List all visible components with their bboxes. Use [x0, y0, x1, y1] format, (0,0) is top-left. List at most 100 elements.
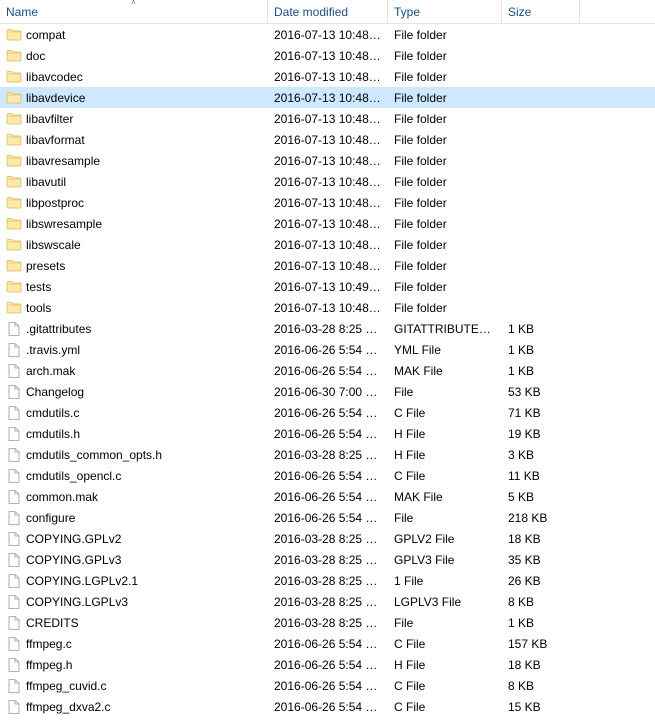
file-row[interactable]: .travis.yml2016-06-26 5:54 PMYML File1 K… [0, 339, 655, 360]
cell-date: 2016-03-28 8:25 PM [268, 595, 388, 609]
cell-date: 2016-03-28 8:25 PM [268, 322, 388, 336]
cell-type: File [388, 511, 502, 525]
folder-icon [6, 279, 22, 295]
file-row[interactable]: ffmpeg.c2016-06-26 5:54 PMC File157 KB [0, 633, 655, 654]
file-name-label: cmdutils_common_opts.h [26, 448, 162, 462]
cell-date: 2016-06-26 5:54 PM [268, 637, 388, 651]
cell-name: tools [0, 300, 268, 316]
file-row[interactable]: .gitattributes2016-03-28 8:25 PMGITATTRI… [0, 318, 655, 339]
cell-name: cmdutils_common_opts.h [0, 447, 268, 463]
file-name-label: presets [26, 259, 65, 273]
cell-type: LGPLV3 File [388, 595, 502, 609]
cell-name: CREDITS [0, 615, 268, 631]
file-row[interactable]: libavformat2016-07-13 10:48 ...File fold… [0, 129, 655, 150]
file-row[interactable]: cmdutils.c2016-06-26 5:54 PMC File71 KB [0, 402, 655, 423]
file-name-label: libavutil [26, 175, 66, 189]
file-row[interactable]: configure2016-06-26 5:54 PMFile218 KB [0, 507, 655, 528]
file-icon [6, 657, 22, 673]
file-row[interactable]: libavfilter2016-07-13 10:48 ...File fold… [0, 108, 655, 129]
file-row[interactable]: libpostproc2016-07-13 10:48 ...File fold… [0, 192, 655, 213]
file-row[interactable]: cmdutils_opencl.c2016-06-26 5:54 PMC Fil… [0, 465, 655, 486]
column-header-date[interactable]: Date modified [268, 0, 388, 23]
cell-type: H File [388, 658, 502, 672]
file-name-label: libavfilter [26, 112, 73, 126]
file-row[interactable]: libavdevice2016-07-13 10:48 ...File fold… [0, 87, 655, 108]
file-row[interactable]: doc2016-07-13 10:48 ...File folder [0, 45, 655, 66]
file-row[interactable]: tools2016-07-13 10:48 ...File folder [0, 297, 655, 318]
file-row[interactable]: common.mak2016-06-26 5:54 PMMAK File5 KB [0, 486, 655, 507]
folder-icon [6, 48, 22, 64]
file-row[interactable]: cmdutils_common_opts.h2016-03-28 8:25 PM… [0, 444, 655, 465]
cell-date: 2016-07-13 10:48 ... [268, 28, 388, 42]
file-row[interactable]: CREDITS2016-03-28 8:25 PMFile1 KB [0, 612, 655, 633]
file-row[interactable]: compat2016-07-13 10:48 ...File folder [0, 24, 655, 45]
file-row[interactable]: Changelog2016-06-30 7:00 PMFile53 KB [0, 381, 655, 402]
cell-type: File folder [388, 91, 502, 105]
file-icon [6, 447, 22, 463]
file-icon [6, 426, 22, 442]
file-icon [6, 615, 22, 631]
file-name-label: libavcodec [26, 70, 83, 84]
file-row[interactable]: ffmpeg_cuvid.c2016-06-26 5:54 PMC File8 … [0, 675, 655, 696]
cell-date: 2016-07-13 10:48 ... [268, 196, 388, 210]
file-row[interactable]: tests2016-07-13 10:49 ...File folder [0, 276, 655, 297]
cell-type: GPLV3 File [388, 553, 502, 567]
cell-type: C File [388, 406, 502, 420]
cell-type: 1 File [388, 574, 502, 588]
folder-icon [6, 132, 22, 148]
file-row[interactable]: COPYING.GPLv32016-03-28 8:25 PMGPLV3 Fil… [0, 549, 655, 570]
cell-size: 3 KB [502, 448, 580, 462]
file-row[interactable]: cmdutils.h2016-06-26 5:54 PMH File19 KB [0, 423, 655, 444]
file-row[interactable]: libswresample2016-07-13 10:48 ...File fo… [0, 213, 655, 234]
file-row[interactable]: libavutil2016-07-13 10:48 ...File folder [0, 171, 655, 192]
file-name-label: ffmpeg_cuvid.c [26, 679, 107, 693]
cell-name: libavcodec [0, 69, 268, 85]
cell-date: 2016-06-26 5:54 PM [268, 700, 388, 714]
column-header-size-label: Size [508, 5, 531, 19]
cell-type: C File [388, 469, 502, 483]
cell-name: ffmpeg_dxva2.c [0, 699, 268, 715]
file-name-label: ffmpeg.h [26, 658, 72, 672]
cell-date: 2016-03-28 8:25 PM [268, 616, 388, 630]
cell-size: 11 KB [502, 469, 580, 483]
file-name-label: tools [26, 301, 51, 315]
cell-name: .gitattributes [0, 321, 268, 337]
file-row[interactable]: libswscale2016-07-13 10:48 ...File folde… [0, 234, 655, 255]
column-header-type[interactable]: Type [388, 0, 502, 23]
folder-icon [6, 216, 22, 232]
file-row[interactable]: presets2016-07-13 10:48 ...File folder [0, 255, 655, 276]
cell-date: 2016-06-26 5:54 PM [268, 427, 388, 441]
cell-type: File folder [388, 154, 502, 168]
file-name-label: libpostproc [26, 196, 84, 210]
cell-date: 2016-06-30 7:00 PM [268, 385, 388, 399]
folder-icon [6, 195, 22, 211]
cell-size: 1 KB [502, 343, 580, 357]
column-header-row: Name ˄ Date modified Type Size [0, 0, 655, 24]
file-row[interactable]: ffmpeg.h2016-06-26 5:54 PMH File18 KB [0, 654, 655, 675]
file-name-label: libswresample [26, 217, 102, 231]
cell-type: File folder [388, 301, 502, 315]
column-header-name-label: Name [6, 5, 38, 19]
cell-size: 35 KB [502, 553, 580, 567]
file-row[interactable]: COPYING.LGPLv2.12016-03-28 8:25 PM1 File… [0, 570, 655, 591]
cell-size: 1 KB [502, 616, 580, 630]
file-row[interactable]: COPYING.LGPLv32016-03-28 8:25 PMLGPLV3 F… [0, 591, 655, 612]
cell-name: ffmpeg.c [0, 636, 268, 652]
file-row[interactable]: libavcodec2016-07-13 10:48 ...File folde… [0, 66, 655, 87]
cell-date: 2016-06-26 5:54 PM [268, 469, 388, 483]
file-icon [6, 636, 22, 652]
cell-size: 26 KB [502, 574, 580, 588]
cell-size: 157 KB [502, 637, 580, 651]
file-row[interactable]: arch.mak2016-06-26 5:54 PMMAK File1 KB [0, 360, 655, 381]
cell-date: 2016-07-13 10:48 ... [268, 175, 388, 189]
file-row[interactable]: COPYING.GPLv22016-03-28 8:25 PMGPLV2 Fil… [0, 528, 655, 549]
column-header-name[interactable]: Name ˄ [0, 0, 268, 23]
column-header-size[interactable]: Size [502, 0, 580, 23]
cell-type: File folder [388, 70, 502, 84]
cell-size: 18 KB [502, 658, 580, 672]
cell-name: COPYING.GPLv3 [0, 552, 268, 568]
file-row[interactable]: ffmpeg_dxva2.c2016-06-26 5:54 PMC File15… [0, 696, 655, 717]
file-name-label: libavdevice [26, 91, 85, 105]
file-row[interactable]: libavresample2016-07-13 10:48 ...File fo… [0, 150, 655, 171]
cell-type: MAK File [388, 490, 502, 504]
